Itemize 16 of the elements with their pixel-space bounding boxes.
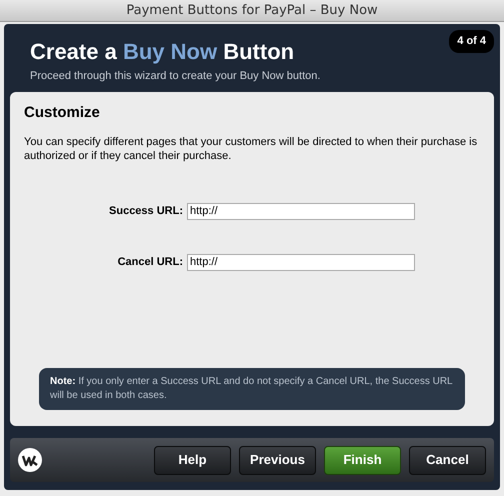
wizard-title: Create a Buy Now Button	[30, 38, 296, 66]
step-indicator: 4 of 4	[449, 30, 494, 52]
field-label: Success URL:	[108, 204, 184, 219]
section-description: You can specify different pages that your customers will be directed to when their purchase is authorized or if they cancel their purchase.	[24, 134, 478, 162]
section-heading: Customize	[24, 103, 101, 123]
url-field[interactable]: http://	[187, 254, 415, 270]
wizard-button[interactable]: Cancel	[409, 446, 486, 474]
url-field[interactable]: http://	[187, 202, 415, 220]
logo-icon	[18, 448, 42, 472]
wizard-button[interactable]: Help	[154, 446, 231, 474]
wizard-subtitle: Proceed through this wizard to create your Buy Now button.	[30, 68, 320, 84]
wizard-button[interactable]: Previous	[239, 446, 316, 474]
window-title: Payment Buttons for PayPal – Buy Now	[126, 2, 378, 20]
note-box: Note: If you only enter a Success URL and do not specify a Cancel URL, the Success URL will be used in both cases.	[39, 368, 465, 410]
field-label: Cancel URL:	[116, 254, 184, 270]
wizard-button[interactable]: Finish	[324, 446, 401, 474]
